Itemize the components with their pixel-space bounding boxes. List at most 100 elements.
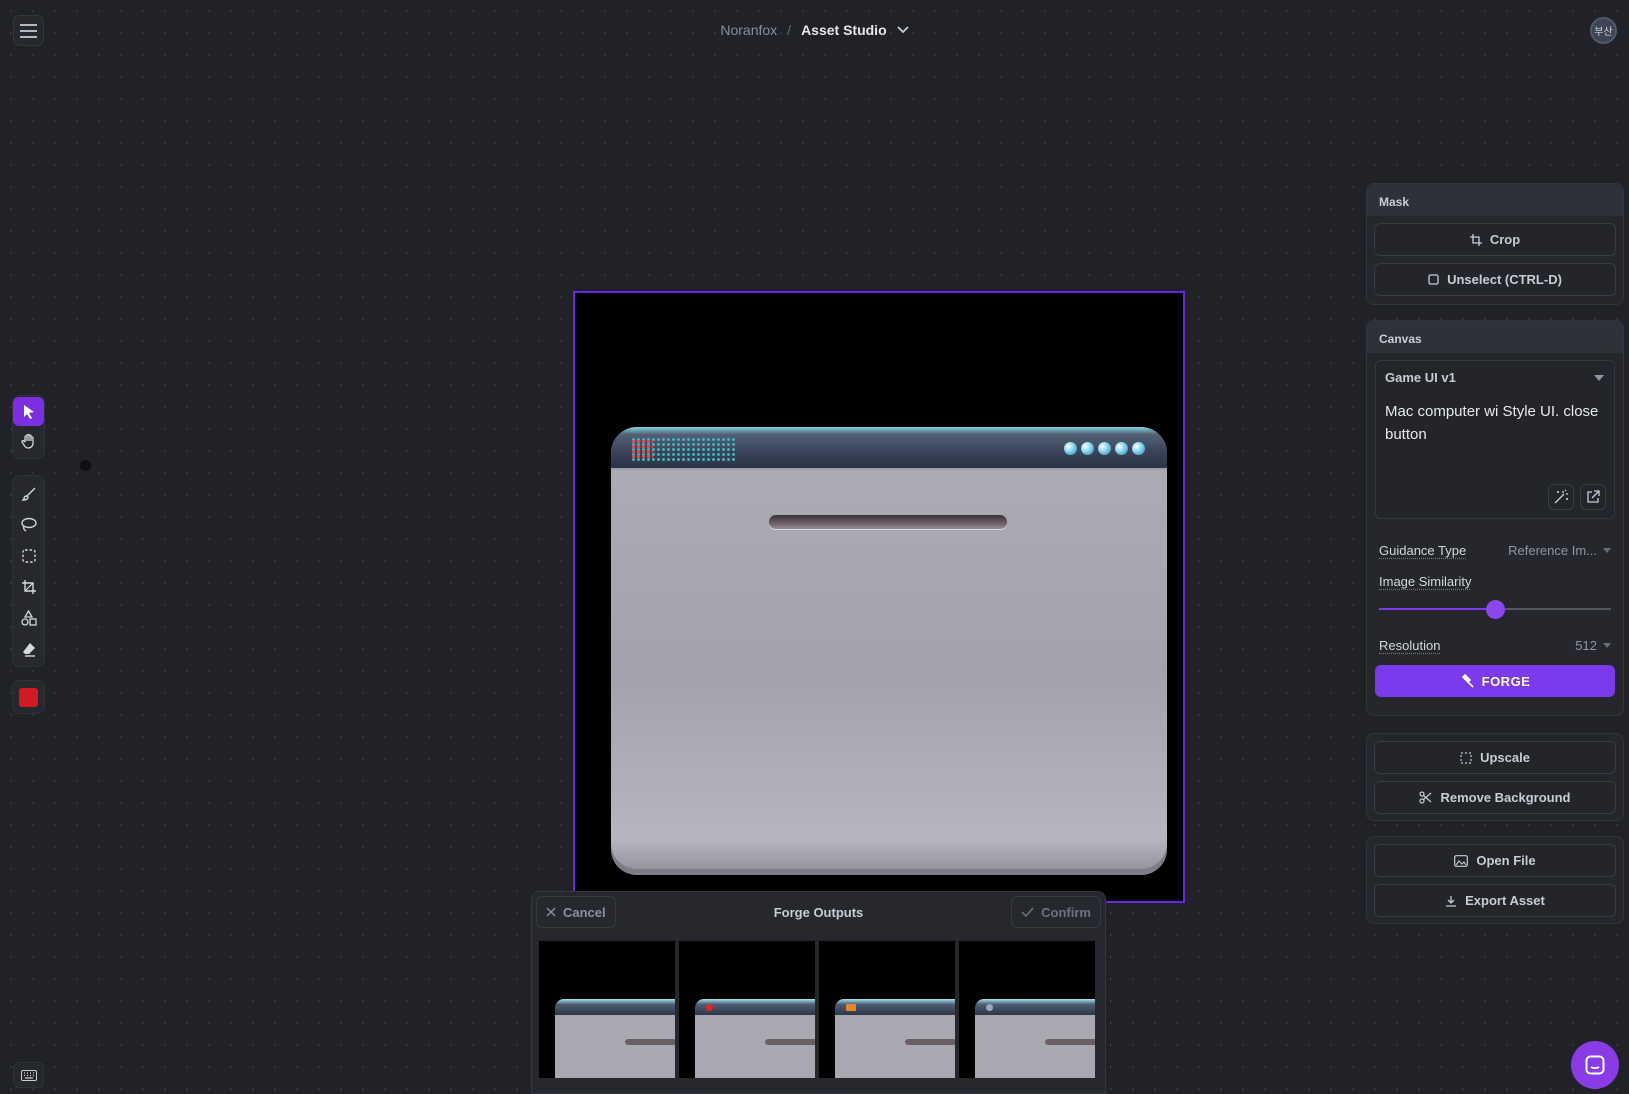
- image-icon: [1454, 854, 1469, 867]
- upscale-button[interactable]: Upscale: [1374, 741, 1616, 774]
- brush-icon: [20, 487, 35, 501]
- slider-thumb[interactable]: [1486, 600, 1505, 619]
- marquee-icon: [21, 548, 36, 563]
- color-swatch[interactable]: [19, 687, 38, 707]
- crop-button[interactable]: Crop: [1374, 223, 1616, 256]
- resolution-row: Resolution 512: [1379, 638, 1611, 653]
- model-select[interactable]: Game UI v1: [1375, 360, 1615, 394]
- hand-icon: [20, 433, 34, 449]
- nav-toolbar: [12, 395, 45, 459]
- output-thumbnail[interactable]: [819, 941, 955, 1078]
- lasso-icon: [21, 517, 37, 532]
- guidance-type-select[interactable]: Reference Im...: [1508, 543, 1611, 558]
- canvas-cursor: [80, 460, 91, 471]
- lasso-tool[interactable]: [13, 510, 44, 539]
- forge-button-label: FORGE: [1481, 673, 1531, 689]
- pan-tool[interactable]: [13, 426, 44, 455]
- eraser-tool[interactable]: [13, 634, 44, 663]
- output-thumbnail[interactable]: [539, 941, 675, 1078]
- model-select-value: Game UI v1: [1385, 370, 1456, 385]
- magic-wand-icon: [1554, 489, 1568, 504]
- hammer-icon: [1461, 674, 1474, 688]
- canvas-panel: Canvas Game UI v1 Mac computer wi Style …: [1366, 320, 1624, 716]
- forge-outputs-panel: Cancel Forge Outputs Confirm: [531, 891, 1106, 1094]
- guidance-type-label: Guidance Type: [1379, 543, 1467, 558]
- shapes-icon: [21, 609, 37, 626]
- window-control-dots: [1064, 442, 1145, 455]
- forge-outputs-header: Cancel Forge Outputs Confirm: [532, 892, 1105, 932]
- similarity-row: Image Similarity: [1379, 574, 1611, 589]
- crop-icon: [1469, 233, 1482, 246]
- unselect-button[interactable]: Unselect (CTRL-D): [1374, 263, 1616, 296]
- select-tool[interactable]: [13, 397, 44, 426]
- output-thumbnail[interactable]: [679, 941, 815, 1078]
- export-asset-button[interactable]: Export Asset: [1374, 884, 1616, 917]
- close-icon: [546, 907, 556, 917]
- shapes-tool[interactable]: [13, 603, 44, 632]
- forge-button[interactable]: FORGE: [1375, 665, 1615, 697]
- unselect-button-label: Unselect (CTRL-D): [1447, 272, 1562, 287]
- check-icon: [1021, 907, 1034, 917]
- caret-down-icon: [1603, 548, 1611, 553]
- guidance-row: Guidance Type Reference Im...: [1379, 543, 1611, 558]
- file-panel: Open File Export Asset: [1366, 836, 1624, 924]
- cancel-button-label: Cancel: [563, 904, 606, 920]
- crop-tool[interactable]: [13, 572, 44, 601]
- prompt-textarea[interactable]: Mac computer wi Style UI. close button: [1375, 394, 1615, 519]
- external-link-icon: [1587, 490, 1600, 503]
- color-toolbar: [12, 680, 45, 714]
- resolution-select[interactable]: 512: [1575, 638, 1611, 653]
- confirm-button[interactable]: Confirm: [1011, 896, 1101, 928]
- scissors-icon: [1419, 791, 1432, 804]
- rect-select-tool[interactable]: [13, 541, 44, 570]
- crop-button-label: Crop: [1489, 232, 1521, 247]
- breadcrumb-org[interactable]: Noranfox: [720, 22, 777, 38]
- square-icon: [1428, 274, 1439, 285]
- upscale-icon: [1460, 751, 1472, 764]
- export-asset-label: Export Asset: [1465, 893, 1545, 908]
- eraser-icon: [22, 642, 35, 657]
- keyboard-icon: [20, 1069, 37, 1081]
- remove-background-button[interactable]: Remove Background: [1374, 781, 1616, 814]
- slider-fill: [1379, 608, 1495, 610]
- draw-toolbar: [12, 475, 45, 667]
- caret-down-icon: [1594, 374, 1604, 381]
- window-slot: [769, 515, 1007, 529]
- open-file-button[interactable]: Open File: [1374, 844, 1616, 877]
- crop-icon: [21, 579, 36, 594]
- breadcrumb-project[interactable]: Asset Studio: [801, 22, 887, 38]
- brush-tool[interactable]: [13, 479, 44, 508]
- canvas-area[interactable]: [573, 291, 1185, 903]
- guidance-type-value: Reference Im...: [1508, 543, 1597, 558]
- resolution-label: Resolution: [1379, 638, 1441, 653]
- avatar[interactable]: 부산: [1590, 17, 1617, 44]
- image-similarity-slider[interactable]: [1379, 599, 1611, 619]
- remove-background-label: Remove Background: [1440, 790, 1571, 805]
- upscale-button-label: Upscale: [1480, 750, 1530, 765]
- expand-prompt-button[interactable]: [1580, 484, 1606, 510]
- caret-down-icon: [1603, 643, 1611, 648]
- breadcrumb: Noranfox / Asset Studio: [0, 22, 1629, 38]
- breadcrumb-separator: /: [787, 22, 792, 38]
- window-title-bar: [611, 427, 1167, 470]
- canvas-panel-title: Canvas: [1367, 321, 1623, 353]
- chat-icon: [1585, 1055, 1605, 1075]
- chat-support-button[interactable]: [1571, 1041, 1619, 1089]
- enhance-prompt-button[interactable]: [1548, 484, 1574, 510]
- confirm-button-label: Confirm: [1041, 904, 1091, 920]
- chevron-down-icon[interactable]: [897, 26, 909, 34]
- keyboard-shortcuts-button[interactable]: [13, 1062, 44, 1088]
- pointer-icon: [23, 404, 34, 419]
- output-thumbnail[interactable]: [959, 941, 1095, 1078]
- generated-window-artwork: [611, 427, 1167, 875]
- open-file-label: Open File: [1476, 853, 1536, 868]
- image-tools-panel: Upscale Remove Background: [1366, 733, 1624, 821]
- image-similarity-label: Image Similarity: [1379, 574, 1472, 589]
- mask-panel-title: Mask: [1367, 184, 1623, 216]
- cancel-button[interactable]: Cancel: [536, 896, 616, 928]
- download-icon: [1446, 895, 1457, 907]
- prompt-text: Mac computer wi Style UI. close button: [1385, 403, 1599, 443]
- speaker-grille-red: [631, 439, 653, 459]
- forge-outputs-title: Forge Outputs: [773, 904, 864, 920]
- resolution-value: 512: [1575, 638, 1597, 653]
